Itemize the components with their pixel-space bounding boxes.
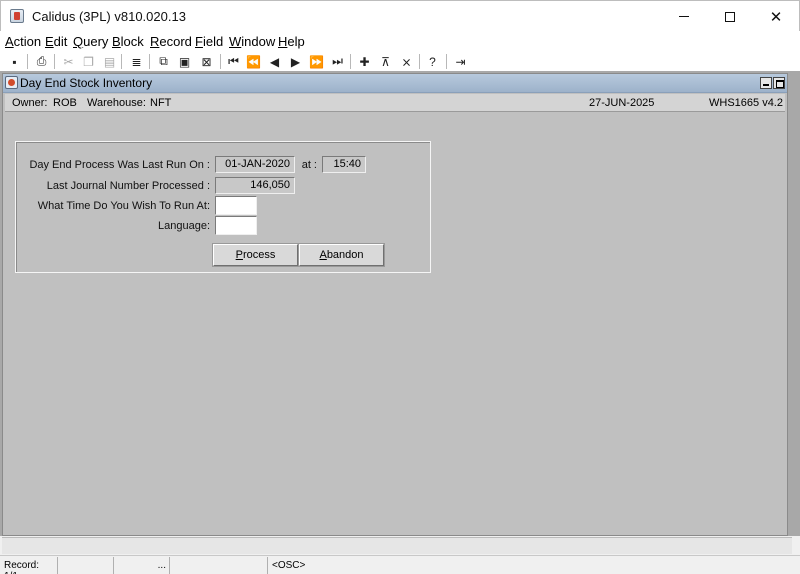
form-minimize-button[interactable]: [760, 77, 772, 89]
current-date: 27-JUN-2025: [589, 97, 655, 109]
close-button[interactable]: ✕: [753, 1, 799, 32]
toolbar-separator: [446, 54, 447, 69]
language-input[interactable]: [215, 216, 257, 235]
print-icon[interactable]: ⎙: [33, 53, 50, 70]
language-label: Language:: [158, 220, 210, 232]
window-title: Calidus (3PL) v810.020.13: [32, 9, 186, 24]
last-run-label: Day End Process Was Last Run On :: [29, 159, 210, 171]
form-maximize-button[interactable]: [773, 77, 785, 89]
status-mode: <OSC>: [272, 560, 306, 571]
journal-label: Last Journal Number Processed :: [46, 180, 210, 192]
form-title: Day End Stock Inventory: [20, 76, 153, 90]
status-ellipsis: ...: [114, 557, 170, 574]
form-window: Day End Stock Inventory Owner: ROB Wareh…: [2, 73, 788, 536]
menu-edit[interactable]: Edit: [45, 34, 67, 49]
close-icon: ✕: [769, 8, 783, 26]
toolbar-separator: [149, 54, 150, 69]
toolbar-separator: [121, 54, 122, 69]
first-record-icon[interactable]: ⏮: [225, 53, 242, 70]
next-record-icon[interactable]: ▶: [287, 53, 304, 70]
status-cell-empty: [58, 557, 114, 574]
horizontal-scrollbar[interactable]: [2, 537, 792, 554]
list-icon[interactable]: ≣: [128, 53, 145, 70]
toolbar-separator: [220, 54, 221, 69]
status-bar: Record: 1/1 ... <OSC>: [0, 555, 800, 574]
maximize-icon: [725, 11, 735, 22]
toolbar-separator: [350, 54, 351, 69]
warehouse-value: NFT: [150, 97, 172, 109]
prev-block-icon[interactable]: ⏪: [245, 53, 262, 70]
toolbar-separator: [27, 54, 28, 69]
exit-icon[interactable]: ⇥: [452, 53, 469, 70]
context-bar: Owner: ROB Warehouse: NFT 27-JUN-2025 WH…: [5, 94, 785, 112]
warehouse-label: Warehouse:: [87, 97, 146, 109]
owner-label: Owner:: [12, 97, 48, 109]
delete-record-icon[interactable]: ⊼: [377, 53, 394, 70]
copy-record-icon[interactable]: ⧉: [155, 53, 172, 70]
run-time-input[interactable]: [215, 196, 257, 215]
paste-record-icon[interactable]: ▣: [176, 53, 193, 70]
last-record-icon[interactable]: ⏭: [329, 53, 346, 70]
owner-value: ROB: [53, 97, 77, 109]
menu-window[interactable]: Window: [229, 34, 275, 49]
form-code: WHS1665 v4.2: [709, 97, 783, 109]
menu-record[interactable]: Record: [150, 34, 192, 49]
form-icon: [5, 76, 18, 89]
process-button[interactable]: Process: [213, 244, 298, 266]
remove-icon[interactable]: ⨯: [398, 53, 415, 70]
paste-icon[interactable]: ▤: [101, 53, 118, 70]
toolbar: ▪ ⎙ ✂ ❐ ▤ ≣ ⧉ ▣ ⊠ ⏮ ⏪ ◀ ▶ ⏩ ⏭ ✚ ⊼ ⨯ ? ⇥: [0, 52, 800, 71]
prev-record-icon[interactable]: ◀: [266, 53, 283, 70]
java-app-icon: [10, 9, 24, 23]
abandon-button[interactable]: Abandon: [299, 244, 384, 266]
next-block-icon[interactable]: ⏩: [308, 53, 325, 70]
copy-icon[interactable]: ❐: [80, 53, 97, 70]
menu-help[interactable]: Help: [278, 34, 305, 49]
insert-record-icon[interactable]: ✚: [356, 53, 373, 70]
maximize-button[interactable]: [707, 1, 753, 32]
menu-action[interactable]: Action: [5, 34, 41, 49]
last-run-date-field: 01-JAN-2020: [215, 156, 295, 173]
minimize-button[interactable]: [661, 1, 707, 32]
form-titlebar: Day End Stock Inventory: [3, 74, 787, 93]
window-titlebar: Calidus (3PL) v810.020.13 ✕: [0, 0, 800, 31]
toolbar-separator: [419, 54, 420, 69]
menu-query[interactable]: Query: [73, 34, 108, 49]
minimize-icon: [679, 16, 689, 17]
clear-record-icon[interactable]: ⊠: [198, 53, 215, 70]
last-run-time-field: 15:40: [322, 156, 366, 173]
menu-field[interactable]: Field: [195, 34, 223, 49]
cut-icon[interactable]: ✂: [60, 53, 77, 70]
at-label: at :: [301, 159, 317, 171]
day-end-panel: Day End Process Was Last Run On : 01-JAN…: [15, 141, 431, 273]
status-cell-empty: [170, 557, 268, 574]
toolbar-separator: [54, 54, 55, 69]
save-icon[interactable]: ▪: [6, 53, 23, 70]
run-time-label: What Time Do You Wish To Run At:: [37, 200, 210, 212]
menu-block[interactable]: Block: [112, 34, 144, 49]
journal-number-field: 146,050: [215, 177, 295, 194]
menubar: Action Edit Query Block Record Field Win…: [0, 31, 800, 52]
record-indicator: Record: 1/1: [0, 557, 58, 574]
help-icon[interactable]: ?: [424, 53, 441, 70]
